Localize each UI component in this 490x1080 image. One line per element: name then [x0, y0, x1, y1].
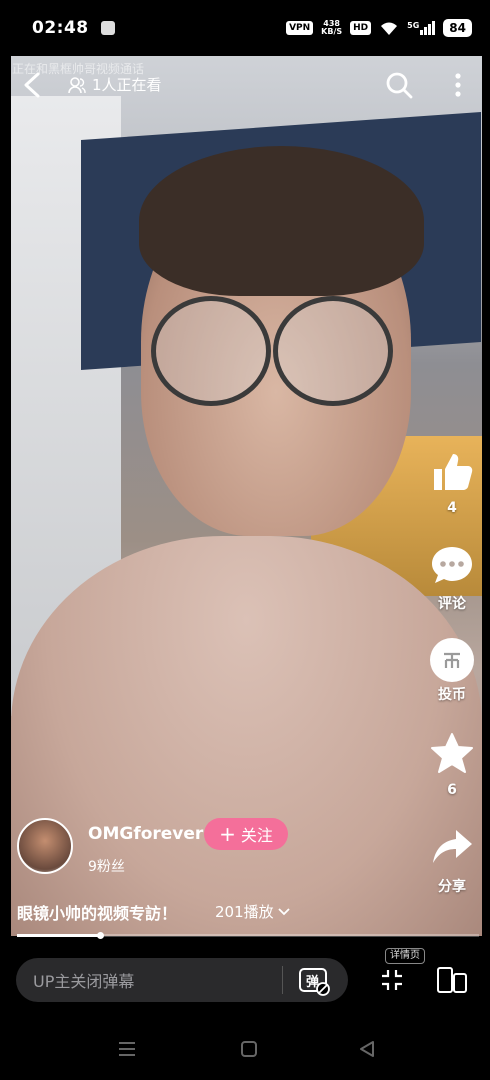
comment-button[interactable]: 评论	[426, 543, 478, 613]
signal-label: 5G	[407, 21, 420, 30]
share-label: 分享	[438, 879, 466, 895]
coin-button[interactable]: 投币	[426, 638, 478, 704]
scene-person-body	[11, 536, 482, 936]
favorite-count: 6	[447, 782, 457, 798]
progress-thumb[interactable]	[97, 932, 105, 939]
coin-label: 投币	[438, 687, 466, 703]
comment-label: 评论	[438, 596, 466, 612]
wifi-icon	[381, 22, 398, 35]
viewers-count: 1人正在看	[92, 76, 162, 94]
play-count-toggle[interactable]: 201播放	[215, 901, 291, 922]
video-title[interactable]: 眼镜小帅的视频专訪！	[17, 900, 177, 924]
home-icon[interactable]	[240, 1040, 258, 1058]
play-count: 201播放	[215, 903, 274, 921]
video-player[interactable]	[11, 56, 482, 936]
scene-glasses-left	[151, 296, 271, 406]
like-count: 4	[447, 500, 457, 516]
progress-bar[interactable]	[17, 932, 479, 939]
fans-count: 9粉丝	[88, 859, 125, 875]
battery-indicator: 84	[443, 19, 472, 37]
like-button[interactable]: 4	[426, 450, 478, 516]
status-bar: 02:48 VPN 438 KB/S HD 5G 84	[0, 0, 490, 56]
coin-glyph	[444, 652, 460, 668]
search-icon[interactable]	[384, 70, 414, 100]
input-divider	[282, 966, 283, 994]
comment-icon	[432, 547, 472, 583]
favorite-icon	[431, 733, 473, 773]
chevron-down-icon	[278, 907, 290, 915]
coin-icon	[430, 638, 474, 682]
danmaku-icon[interactable]: 弹	[298, 964, 330, 996]
scene-glasses-right	[273, 296, 393, 406]
follow-button[interactable]: + 关注	[204, 818, 288, 850]
avatar[interactable]	[17, 818, 73, 874]
back-icon[interactable]	[20, 70, 44, 100]
hd-badge: HD	[350, 21, 372, 35]
share-button[interactable]: 分享	[426, 826, 478, 896]
viewers-indicator: 1人正在看	[68, 74, 162, 95]
detail-page-label[interactable]: 详情页	[385, 948, 425, 964]
menu-icon[interactable]	[118, 1040, 136, 1058]
progress-fill	[17, 934, 101, 937]
danmaku-placeholder: UP主关闭弹幕	[33, 972, 135, 991]
more-icon[interactable]	[448, 70, 468, 100]
signal-bar	[432, 21, 436, 35]
rotate-icon[interactable]	[436, 966, 468, 994]
vpn-badge: VPN	[286, 21, 314, 35]
system-nav-bar	[0, 1020, 490, 1080]
back-nav-icon[interactable]	[358, 1040, 376, 1058]
author-name[interactable]: OMGforever	[88, 824, 203, 844]
status-indicators: VPN 438 KB/S HD 5G 84	[286, 19, 472, 37]
like-icon	[434, 454, 473, 490]
signal-bar	[424, 27, 428, 35]
scene-person-hair	[139, 146, 424, 296]
viewers-icon	[68, 76, 86, 93]
share-icon	[433, 830, 472, 863]
plus-icon: +	[219, 822, 236, 846]
follow-label: 关注	[240, 826, 273, 845]
notification-icon	[100, 21, 115, 35]
exit-fullscreen-icon[interactable]	[380, 968, 404, 992]
signal-indicator: 5G	[407, 21, 436, 35]
favorite-button[interactable]: 6	[426, 732, 478, 798]
signal-bar	[420, 30, 424, 35]
signal-bar	[428, 24, 432, 35]
status-time: 02:48	[32, 18, 89, 38]
speed-unit: KB/S	[321, 27, 343, 36]
network-speed: 438 KB/S	[321, 20, 342, 36]
